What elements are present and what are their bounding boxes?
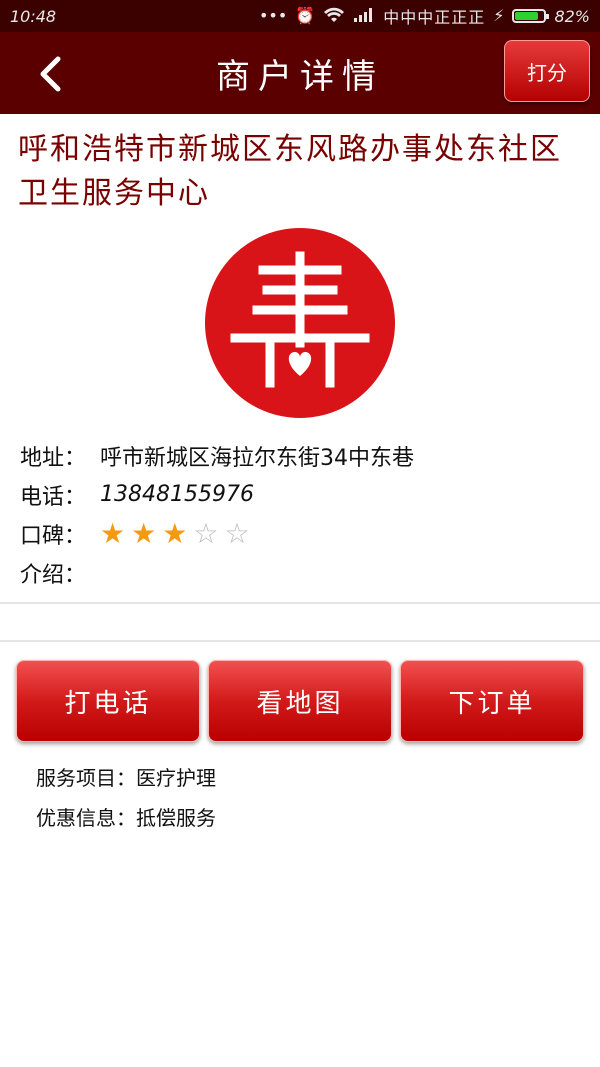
service-items: 服务项目：医疗护理 xyxy=(36,765,216,790)
view-map-button[interactable]: 看地图 xyxy=(208,660,392,742)
status-right: ••• ⏰ 中中中正正正 ⚡ 82% xyxy=(259,4,590,28)
call-button[interactable]: 打电话 xyxy=(16,660,200,742)
star-filled-icon: ★ xyxy=(131,516,157,550)
battery-fill xyxy=(515,12,539,20)
page-title: 商户详情 xyxy=(216,56,384,97)
extra-info: 服务项目：医疗护理 优惠信息：抵偿服务 xyxy=(36,756,576,836)
phone-value[interactable]: 13848155976 xyxy=(100,482,254,507)
status-bar: 10:48 ••• ⏰ 中中中正正正 ⚡ 82% xyxy=(0,0,600,32)
rating-row: 口碑： ★ ★ ★ ☆ ☆ xyxy=(20,514,580,553)
divider-bottom xyxy=(0,640,600,642)
star-empty-icon: ☆ xyxy=(193,516,219,550)
logo-icon xyxy=(230,251,370,388)
carrier-text: 中中中正正正 xyxy=(383,8,486,27)
rate-button[interactable]: 打分 xyxy=(504,40,590,102)
chevron-left-icon xyxy=(40,56,61,92)
charging-icon: ⚡ xyxy=(493,6,505,25)
action-buttons: 打电话 看地图 下订单 xyxy=(16,660,584,742)
battery-icon xyxy=(512,9,550,23)
back-button[interactable] xyxy=(30,54,70,94)
status-time: 10:48 xyxy=(10,6,57,26)
signal-icon xyxy=(353,7,375,26)
address-row: 地址： 呼市新城区海拉尔东街34中东巷 xyxy=(20,436,580,475)
merchant-info: 地址： 呼市新城区海拉尔东街34中东巷 电话： 13848155976 口碑： … xyxy=(20,436,580,592)
wifi-icon xyxy=(323,7,345,26)
star-filled-icon: ★ xyxy=(100,516,126,550)
intro-label: 介绍： xyxy=(20,562,87,588)
phone-row: 电话： 13848155976 xyxy=(20,475,580,514)
intro-row: 介绍： xyxy=(20,553,580,592)
more-dots-icon: ••• xyxy=(258,6,288,25)
rating-stars: ★ ★ ★ ☆ ☆ xyxy=(100,516,250,550)
divider-top xyxy=(0,602,600,604)
merchant-logo xyxy=(205,228,395,418)
address-value: 呼市新城区海拉尔东街34中东巷 xyxy=(100,445,414,471)
merchant-name: 呼和浩特市新城区东风路办事处东社区卫生服务中心 xyxy=(18,132,562,211)
star-empty-icon: ☆ xyxy=(224,516,250,550)
phone-label: 电话： xyxy=(20,484,87,510)
place-order-button[interactable]: 下订单 xyxy=(400,660,584,742)
offers-info: 优惠信息：抵偿服务 xyxy=(36,805,216,830)
star-filled-icon: ★ xyxy=(162,516,188,550)
address-label: 地址： xyxy=(20,445,87,471)
battery-percent: 82% xyxy=(554,6,590,26)
app-header: 商户详情 打分 xyxy=(0,32,600,114)
alarm-icon: ⏰ xyxy=(295,6,316,25)
rating-label: 口碑： xyxy=(20,523,87,549)
